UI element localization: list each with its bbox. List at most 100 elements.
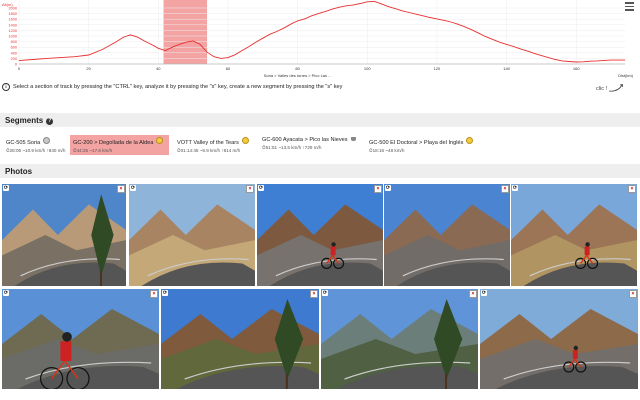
elevation-point xyxy=(248,46,250,47)
x-tick-label: 60 xyxy=(226,66,231,71)
rotate-icon[interactable]: ⟳ xyxy=(322,290,328,296)
elevation-point xyxy=(415,13,417,15)
elevation-chart-svg[interactable]: 2000180016001400120010008006004002000Alt… xyxy=(0,0,640,82)
segment-stats: ⏱44:25 ~17.6 km/h xyxy=(73,148,113,153)
photo-canyon-road-pines[interactable]: ⟳ × xyxy=(2,184,126,286)
elevation-point xyxy=(478,32,480,34)
elevation-point xyxy=(102,49,103,50)
rotate-icon[interactable]: ⟳ xyxy=(258,185,264,191)
segments-title-text: Segments xyxy=(5,116,44,125)
segment-item[interactable]: GC-505 Soria ⏱28:05 ~10.9 km/h ↑840 m/h xyxy=(3,135,66,155)
photo-cyclist-switchback[interactable]: ⟳ × xyxy=(480,289,638,389)
help-icon[interactable]: ? xyxy=(46,118,54,125)
y-tick-label: 2000 xyxy=(9,7,17,11)
segment-name-text: GC-505 Soria xyxy=(6,140,41,146)
elevation-point xyxy=(541,55,542,56)
close-icon[interactable]: × xyxy=(150,290,158,298)
close-icon[interactable]: × xyxy=(246,185,254,193)
segment-item[interactable]: GC-500 El Doctoral > Playa del Inglés ⏱18… xyxy=(366,135,476,155)
elevation-point xyxy=(513,46,514,47)
rotate-icon[interactable]: ⟳ xyxy=(162,290,168,296)
y-axis-label: Alt(m) xyxy=(2,2,13,7)
photo-valley-pine-panorama[interactable]: ⟳ × xyxy=(321,289,478,389)
elevation-point xyxy=(297,20,298,22)
elevation-point xyxy=(255,41,257,43)
photos-header-bar xyxy=(0,164,640,178)
segment-name: GC-600 Ayacata > Pico las Nieves xyxy=(262,137,358,143)
segment-name-text: GC-200 > Degollada de la Aldea xyxy=(73,140,154,146)
x-tick-label: 20 xyxy=(86,66,91,71)
segment-name: GC-500 El Doctoral > Playa del Inglés xyxy=(369,137,474,146)
photo-image xyxy=(161,289,319,389)
close-icon[interactable]: × xyxy=(629,290,637,298)
trophy-icon xyxy=(350,137,356,141)
rotate-icon[interactable]: ⟳ xyxy=(512,185,518,191)
close-icon[interactable]: × xyxy=(374,185,382,193)
elevation-point xyxy=(527,50,528,52)
photo-cyclist-hairpin[interactable]: ⟳ × xyxy=(511,184,637,286)
x-tick-label: 100 xyxy=(364,66,371,71)
elevation-point xyxy=(311,15,312,17)
segment-name-text: GC-500 El Doctoral > Playa del Inglés xyxy=(369,140,464,146)
elevation-point xyxy=(220,58,222,59)
elevation-point xyxy=(276,31,278,32)
chart-menu-icon[interactable] xyxy=(625,2,634,11)
segment-name-text: GC-600 Ayacata > Pico las Nieves xyxy=(262,137,348,143)
elevation-point xyxy=(443,20,445,21)
y-tick-label: 1400 xyxy=(9,23,17,27)
elevation-point xyxy=(464,26,466,28)
segment-name-text: VOTT Valley of the Tears xyxy=(177,140,239,146)
photo-image xyxy=(480,289,638,389)
y-tick-label: 400 xyxy=(11,51,17,55)
photo-mountain-road-barrier[interactable]: ⟳ × xyxy=(384,184,510,286)
y-tick-label: 1000 xyxy=(9,35,17,39)
elevation-point xyxy=(366,1,368,3)
photo-cyclist-closeup[interactable]: ⟳ × xyxy=(2,289,159,389)
segment-stats: ⏱28:05 ~10.9 km/h ↑840 m/h xyxy=(6,148,66,153)
elevation-point xyxy=(171,46,173,48)
elevation-point xyxy=(144,40,145,42)
elevation-point xyxy=(492,39,493,40)
elevation-point xyxy=(603,60,605,61)
elevation-point xyxy=(339,6,340,8)
elevation-point xyxy=(234,54,236,56)
photo-pine-rock-road[interactable]: ⟳ × xyxy=(161,289,319,389)
rotate-icon[interactable]: ⟳ xyxy=(385,185,391,191)
clic-label: clic ! xyxy=(596,86,608,92)
photo-cyclist-peak-road[interactable]: ⟳ × xyxy=(257,184,383,286)
segments-title: Segments? xyxy=(5,116,54,125)
rotate-icon[interactable]: ⟳ xyxy=(481,290,487,296)
rotate-icon[interactable]: ⟳ xyxy=(3,290,9,296)
elevation-chart[interactable]: 2000 1800 1600 1400 1200 1000 800 600 400 200 0 Alt… xyxy=(0,0,640,82)
elevation-point xyxy=(332,8,333,10)
close-icon[interactable]: × xyxy=(117,185,125,193)
elevation-point xyxy=(151,44,152,45)
segment-item[interactable]: GC-600 Ayacata > Pico las Nieves ⏱51:51 ~… xyxy=(259,135,361,155)
hint-label: Select a section of track by pressing th… xyxy=(13,84,343,90)
close-icon[interactable]: × xyxy=(469,290,477,298)
photo-image xyxy=(2,289,159,389)
x-tick-label: 40 xyxy=(156,66,161,71)
rotate-icon[interactable]: ⟳ xyxy=(130,185,136,191)
close-icon[interactable]: × xyxy=(628,185,636,193)
elevation-point xyxy=(206,51,208,53)
elevation-point xyxy=(269,34,271,35)
elevation-point xyxy=(60,57,62,58)
elevation-point xyxy=(130,34,131,36)
elevation-point xyxy=(137,36,138,38)
segment-name: GC-200 > Degollada de la Aldea xyxy=(73,137,166,146)
rotate-icon[interactable]: ⟳ xyxy=(3,185,9,191)
elevation-point xyxy=(485,36,486,37)
segment-item[interactable]: VOTT Valley of the Tears ⏱01:14:45 ~9.9 k… xyxy=(174,135,254,155)
photo-dry-slope-grass[interactable]: ⟳ × xyxy=(129,184,255,286)
photo-image xyxy=(511,184,637,286)
x-axis-label: Dist(km) xyxy=(618,73,634,78)
elevation-point xyxy=(394,8,396,9)
segment-stats: ⏱51:51 ~13.5 km/h ↑729 m/h xyxy=(262,145,322,150)
close-icon[interactable]: × xyxy=(501,185,509,193)
close-icon[interactable]: × xyxy=(310,290,318,298)
segment-item[interactable]: GC-200 > Degollada de la Aldea ⏱44:25 ~17… xyxy=(70,135,169,155)
elevation-point xyxy=(548,57,549,58)
elevation-point xyxy=(575,61,577,63)
elevation-point xyxy=(185,41,187,43)
